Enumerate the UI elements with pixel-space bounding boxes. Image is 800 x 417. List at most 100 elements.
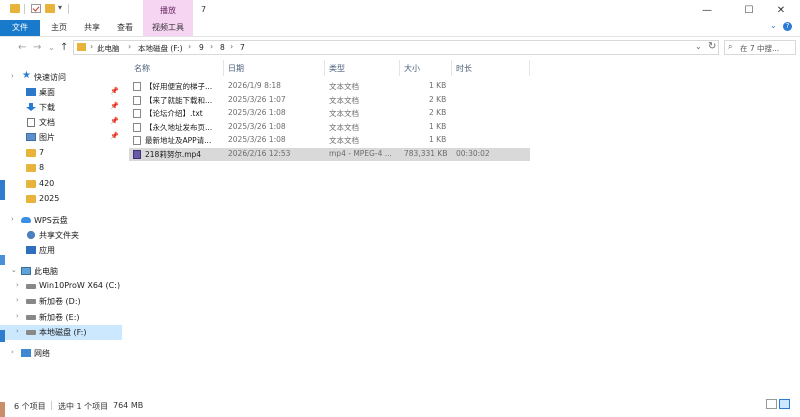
sidebar-item-this-pc[interactable]: ⌄ 此电脑 xyxy=(0,264,122,279)
new-folder-icon[interactable] xyxy=(45,4,55,13)
column-header-name[interactable]: 名称 xyxy=(134,63,150,74)
address-dropdown-icon[interactable]: ⌄ xyxy=(695,42,702,51)
sidebar-item-drive-d[interactable]: › 新加卷 (D:) xyxy=(0,294,122,309)
column-divider[interactable] xyxy=(529,60,530,76)
text-file-icon xyxy=(133,109,141,118)
cloud-icon xyxy=(21,217,31,223)
file-row-selected[interactable]: 218莉努尔.mp4 2026/2/16 12:53 mp4 - MPEG-4 … xyxy=(129,148,530,161)
sidebar-item-pictures[interactable]: 图片 📌 xyxy=(0,130,122,145)
sidebar-item-folder-2025[interactable]: 2025 xyxy=(0,192,122,207)
expand-icon[interactable]: › xyxy=(16,281,19,289)
sidebar-item-label: 共享文件夹 xyxy=(39,231,79,240)
sidebar-item-label: 快速访问 xyxy=(34,73,66,82)
sidebar-item-wps-cloud[interactable]: › WPS云盘 xyxy=(0,213,122,228)
file-date: 2025/3/26 1:08 xyxy=(228,108,286,117)
sidebar-item-quick-access[interactable]: › ★ 快速访问 xyxy=(0,70,122,85)
sidebar-item-apps[interactable]: 应用 xyxy=(0,243,122,258)
contextual-group-label[interactable]: 播放 xyxy=(143,5,193,16)
column-header-date[interactable]: 日期 xyxy=(228,63,244,74)
sidebar-item-shared-folder[interactable]: 共享文件夹 xyxy=(0,228,122,243)
expand-icon[interactable]: › xyxy=(11,348,14,356)
file-name: 218莉努尔.mp4 xyxy=(145,150,202,159)
recent-locations-dropdown[interactable]: ⌄ xyxy=(48,43,55,52)
tab-file[interactable]: 文件 xyxy=(0,20,40,36)
expand-icon[interactable]: › xyxy=(11,215,14,223)
breadcrumb-folder-9[interactable]: 9 xyxy=(199,43,204,52)
file-row[interactable]: 【好用便宜的梯子... 2026/1/9 8:18 文本文档 1 KB xyxy=(129,80,530,93)
column-header-size[interactable]: 大小 xyxy=(404,63,420,74)
drive-icon xyxy=(26,330,36,335)
details-view-button[interactable] xyxy=(766,399,777,409)
file-row[interactable]: 【来了就能下载和... 2025/3/26 1:07 文本文档 2 KB xyxy=(129,94,530,107)
apps-icon xyxy=(26,246,36,254)
column-divider[interactable] xyxy=(223,60,224,76)
sidebar-item-desktop[interactable]: 桌面 📌 xyxy=(0,85,122,100)
tab-video-tools[interactable]: 视频工具 xyxy=(143,20,193,36)
sidebar-item-drive-c[interactable]: › Win10ProW X64 (C:) xyxy=(0,279,122,294)
expand-icon[interactable]: ⌄ xyxy=(11,266,17,274)
tab-home[interactable]: 主页 xyxy=(42,20,76,36)
sidebar-item-label: 新加卷 (E:) xyxy=(39,313,80,322)
sidebar-item-label: 下载 xyxy=(39,103,55,112)
expand-icon[interactable]: › xyxy=(11,72,14,80)
tab-view[interactable]: 查看 xyxy=(109,20,141,36)
sidebar-item-folder-7[interactable]: 7 xyxy=(0,146,122,161)
pin-icon: 📌 xyxy=(110,117,119,125)
breadcrumb-drive-f[interactable]: 本地磁盘 (F:) xyxy=(138,43,183,54)
ribbon-expand-icon[interactable]: ⌄ xyxy=(770,21,777,30)
sidebar-item-label: 2025 xyxy=(39,194,60,203)
sidebar-item-label: 此电脑 xyxy=(34,267,58,276)
divider xyxy=(51,401,52,410)
file-row[interactable]: 【论坛介绍】.txt 2025/3/26 1:08 文本文档 2 KB xyxy=(129,107,530,120)
refresh-button[interactable]: ↻ xyxy=(708,41,716,52)
column-header-type[interactable]: 类型 xyxy=(329,63,345,74)
column-divider[interactable] xyxy=(451,60,452,76)
quick-access-dropdown-icon[interactable]: ▾ xyxy=(58,3,62,12)
close-button[interactable]: ✕ xyxy=(762,0,800,20)
star-icon: ★ xyxy=(22,70,31,81)
file-row[interactable]: 【永久地址发布页... 2025/3/26 1:08 文本文档 1 KB xyxy=(129,121,530,134)
minimize-button[interactable]: — xyxy=(688,0,726,20)
expand-icon[interactable]: › xyxy=(16,312,19,320)
file-type: 文本文档 xyxy=(329,109,359,118)
column-divider[interactable] xyxy=(399,60,400,76)
sidebar-item-downloads[interactable]: 下载 📌 xyxy=(0,100,122,115)
sidebar-item-drive-e[interactable]: › 新加卷 (E:) xyxy=(0,310,122,325)
up-button[interactable]: ↑ xyxy=(60,42,68,53)
breadcrumb-separator[interactable]: › xyxy=(210,42,213,51)
back-button[interactable]: ← xyxy=(18,42,26,53)
breadcrumb-separator[interactable]: › xyxy=(90,42,93,51)
breadcrumb-separator[interactable]: › xyxy=(230,42,233,51)
breadcrumb-folder-7[interactable]: 7 xyxy=(240,43,245,52)
desktop-edge xyxy=(0,180,5,200)
document-icon xyxy=(27,118,35,127)
file-length: 00:30:02 xyxy=(456,149,490,158)
help-button[interactable]: ? xyxy=(783,22,792,31)
large-icons-view-button[interactable] xyxy=(779,399,790,409)
desktop-edge xyxy=(0,402,5,417)
pin-icon: 📌 xyxy=(110,102,119,110)
file-name: 【永久地址发布页... xyxy=(145,123,213,132)
tab-share[interactable]: 共享 xyxy=(77,20,107,36)
download-icon xyxy=(26,103,36,111)
breadcrumb-separator[interactable]: › xyxy=(128,42,131,51)
sidebar-item-label: 新加卷 (D:) xyxy=(39,297,81,306)
expand-icon[interactable]: › xyxy=(16,296,19,304)
window-title: 7 xyxy=(201,5,207,14)
forward-button[interactable]: → xyxy=(33,42,41,53)
column-header-length[interactable]: 时长 xyxy=(456,63,472,74)
sidebar-item-folder-420[interactable]: 420 xyxy=(0,177,122,192)
properties-icon[interactable] xyxy=(31,4,41,13)
sidebar-item-network[interactable]: › 网络 xyxy=(0,346,122,361)
file-date: 2025/3/26 1:07 xyxy=(228,95,286,104)
breadcrumb-this-pc[interactable]: 此电脑 xyxy=(97,43,120,54)
sidebar-item-folder-8[interactable]: 8 xyxy=(0,161,122,176)
network-icon xyxy=(21,349,31,357)
breadcrumb-folder-8[interactable]: 8 xyxy=(220,43,225,52)
expand-icon[interactable]: › xyxy=(16,327,19,335)
file-row[interactable]: 最新地址及APP请... 2025/3/26 1:08 文本文档 1 KB xyxy=(129,134,530,147)
sidebar-item-drive-f[interactable]: › 本地磁盘 (F:) xyxy=(0,325,122,340)
sidebar-item-documents[interactable]: 文档 📌 xyxy=(0,115,122,130)
column-divider[interactable] xyxy=(324,60,325,76)
breadcrumb-separator[interactable]: › xyxy=(188,42,191,51)
